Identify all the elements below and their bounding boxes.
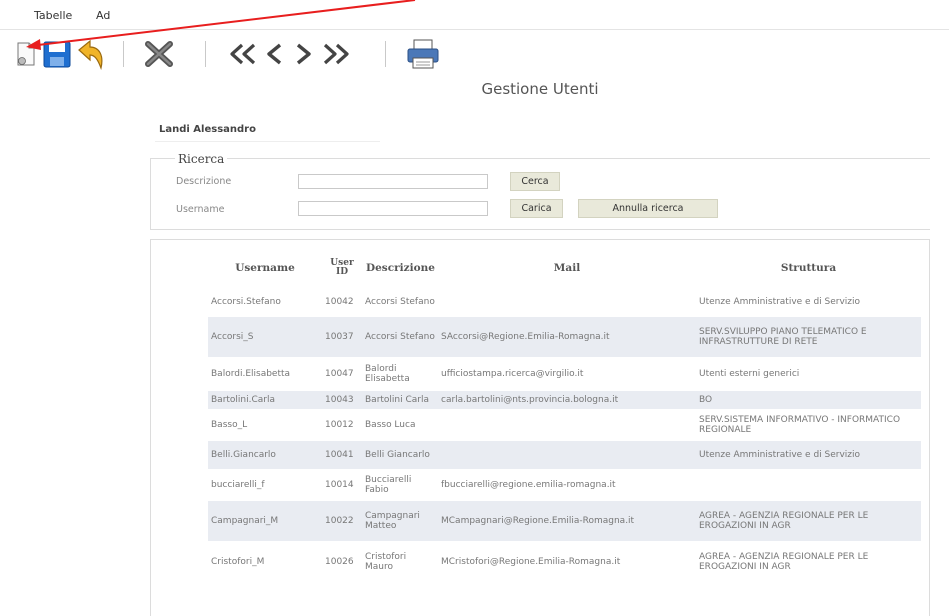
toolbar-separator	[385, 41, 386, 67]
cell-struttura: Utenti esterni generici	[696, 358, 921, 390]
column-header-userid-line2: ID	[335, 267, 348, 277]
descrizione-input[interactable]	[298, 174, 488, 189]
table-row[interactable]: Accorsi.Stefano 10042 Accorsi Stefano Ut…	[208, 288, 921, 316]
cell-struttura	[696, 470, 921, 500]
cell-username[interactable]: Accorsi.Stefano	[208, 288, 322, 316]
cell-username[interactable]: Cristofori_M	[208, 542, 322, 582]
toolbar-separator	[205, 41, 206, 67]
cell-mail	[438, 410, 696, 440]
next-record-icon	[296, 43, 311, 65]
cell-username[interactable]: Belli.Giancarlo	[208, 441, 322, 469]
cell-userid: 10022	[322, 501, 362, 541]
cell-descrizione: Accorsi Stefano	[362, 317, 438, 357]
cell-mail	[438, 288, 696, 316]
new-button[interactable]	[14, 37, 38, 71]
table-row[interactable]: Bartolini.Carla 10043 Bartolini Carla ca…	[208, 391, 921, 409]
column-header-descrizione[interactable]: Descrizione	[362, 249, 438, 287]
first-record-icon	[230, 43, 256, 65]
cell-username[interactable]: Accorsi_S	[208, 317, 322, 357]
cell-mail: ufficiostampa.ricerca@virgilio.it	[438, 358, 696, 390]
cell-struttura: Utenze Amministrative e di Servizio	[696, 441, 921, 469]
menu-item-ad[interactable]: Ad	[96, 9, 110, 22]
table-row[interactable]: Accorsi_S 10037 Accorsi Stefano SAccorsi…	[208, 317, 921, 357]
save-icon	[43, 41, 71, 68]
cell-descrizione: Campagnari Matteo	[362, 501, 438, 541]
cell-descrizione: Bartolini Carla	[362, 391, 438, 409]
descrizione-label: Descrizione	[176, 176, 232, 187]
cell-username[interactable]: Basso_L	[208, 410, 322, 440]
table-row[interactable]: bucciarelli_f 10014 Bucciarelli Fabio fb…	[208, 470, 921, 500]
cell-userid: 10042	[322, 288, 362, 316]
cell-userid: 10014	[322, 470, 362, 500]
column-header-username[interactable]: Username	[208, 249, 322, 287]
previous-record-icon	[267, 43, 282, 65]
cell-struttura: BO	[696, 391, 921, 409]
search-fieldset	[150, 158, 930, 230]
menu-bar: Tabelle Ad	[0, 0, 949, 30]
save-button[interactable]	[40, 37, 74, 71]
undo-button[interactable]	[75, 37, 107, 71]
cell-descrizione: Belli Giancarlo	[362, 441, 438, 469]
cell-struttura: SERV.SVILUPPO PIANO TELEMATICO E INFRAST…	[696, 317, 921, 357]
last-record-button[interactable]	[318, 37, 354, 71]
cell-mail: SAccorsi@Regione.Emilia-Romagna.it	[438, 317, 696, 357]
table-header-row: Username User ID Descrizione Mail Strutt…	[208, 249, 921, 287]
annulla-ricerca-button[interactable]: Annulla ricerca	[578, 199, 718, 218]
cell-mail: MCristofori@Regione.Emilia-Romagna.it	[438, 542, 696, 582]
table-row[interactable]: Belli.Giancarlo 10041 Belli Giancarlo Ut…	[208, 441, 921, 469]
print-icon	[407, 39, 439, 69]
cell-mail: fbucciarelli@regione.emilia-romagna.it	[438, 470, 696, 500]
new-document-icon	[17, 42, 35, 66]
column-header-mail[interactable]: Mail	[438, 249, 696, 287]
next-record-button[interactable]	[290, 37, 316, 71]
carica-button[interactable]: Carica	[510, 199, 563, 218]
cell-userid: 10047	[322, 358, 362, 390]
first-record-button[interactable]	[225, 37, 261, 71]
username-label: Username	[176, 204, 225, 215]
column-header-struttura[interactable]: Struttura	[696, 249, 921, 287]
cell-userid: 10037	[322, 317, 362, 357]
cell-userid: 10041	[322, 441, 362, 469]
cell-userid: 10012	[322, 410, 362, 440]
cell-descrizione: Bucciarelli Fabio	[362, 470, 438, 500]
table-row[interactable]: Campagnari_M 10022 Campagnari Matteo MCa…	[208, 501, 921, 541]
cell-struttura: AGREA - AGENZIA REGIONALE PER LE EROGAZI…	[696, 542, 921, 582]
cell-struttura: SERV.SISTEMA INFORMATIVO - INFORMATICO R…	[696, 410, 921, 440]
page-title: Gestione Utenti	[481, 80, 599, 98]
table-row[interactable]: Cristofori_M 10026 Cristofori Mauro MCri…	[208, 542, 921, 582]
cell-username[interactable]: bucciarelli_f	[208, 470, 322, 500]
cell-username[interactable]: Balordi.Elisabetta	[208, 358, 322, 390]
print-button[interactable]	[403, 37, 443, 71]
search-legend: Ricerca	[175, 152, 228, 166]
previous-record-button[interactable]	[262, 37, 288, 71]
users-table: Username User ID Descrizione Mail Strutt…	[208, 248, 921, 583]
delete-button[interactable]	[140, 37, 178, 71]
logged-user-name: Landi Alessandro	[159, 124, 256, 135]
cell-userid: 10043	[322, 391, 362, 409]
undo-icon	[78, 39, 103, 70]
username-input[interactable]	[298, 201, 488, 216]
cell-descrizione: Cristofori Mauro	[362, 542, 438, 582]
cell-username[interactable]: Bartolini.Carla	[208, 391, 322, 409]
toolbar-separator	[123, 41, 124, 67]
cell-mail: MCampagnari@Regione.Emilia-Romagna.it	[438, 501, 696, 541]
cerca-button[interactable]: Cerca	[510, 172, 560, 191]
cell-userid: 10026	[322, 542, 362, 582]
cell-username[interactable]: Campagnari_M	[208, 501, 322, 541]
table-row[interactable]: Basso_L 10012 Basso Luca SERV.SISTEMA IN…	[208, 410, 921, 440]
cell-descrizione: Balordi Elisabetta	[362, 358, 438, 390]
cell-mail	[438, 441, 696, 469]
column-header-userid[interactable]: User ID	[322, 249, 362, 287]
last-record-icon	[323, 43, 349, 65]
cell-struttura: AGREA - AGENZIA REGIONALE PER LE EROGAZI…	[696, 501, 921, 541]
cell-descrizione: Accorsi Stefano	[362, 288, 438, 316]
cell-descrizione: Basso Luca	[362, 410, 438, 440]
delete-icon	[145, 41, 173, 67]
table-row[interactable]: Balordi.Elisabetta 10047 Balordi Elisabe…	[208, 358, 921, 390]
toolbar	[0, 31, 949, 75]
cell-mail: carla.bartolini@nts.provincia.bologna.it	[438, 391, 696, 409]
cell-struttura: Utenze Amministrative e di Servizio	[696, 288, 921, 316]
divider	[155, 141, 380, 142]
menu-item-tabelle[interactable]: Tabelle	[34, 9, 72, 22]
